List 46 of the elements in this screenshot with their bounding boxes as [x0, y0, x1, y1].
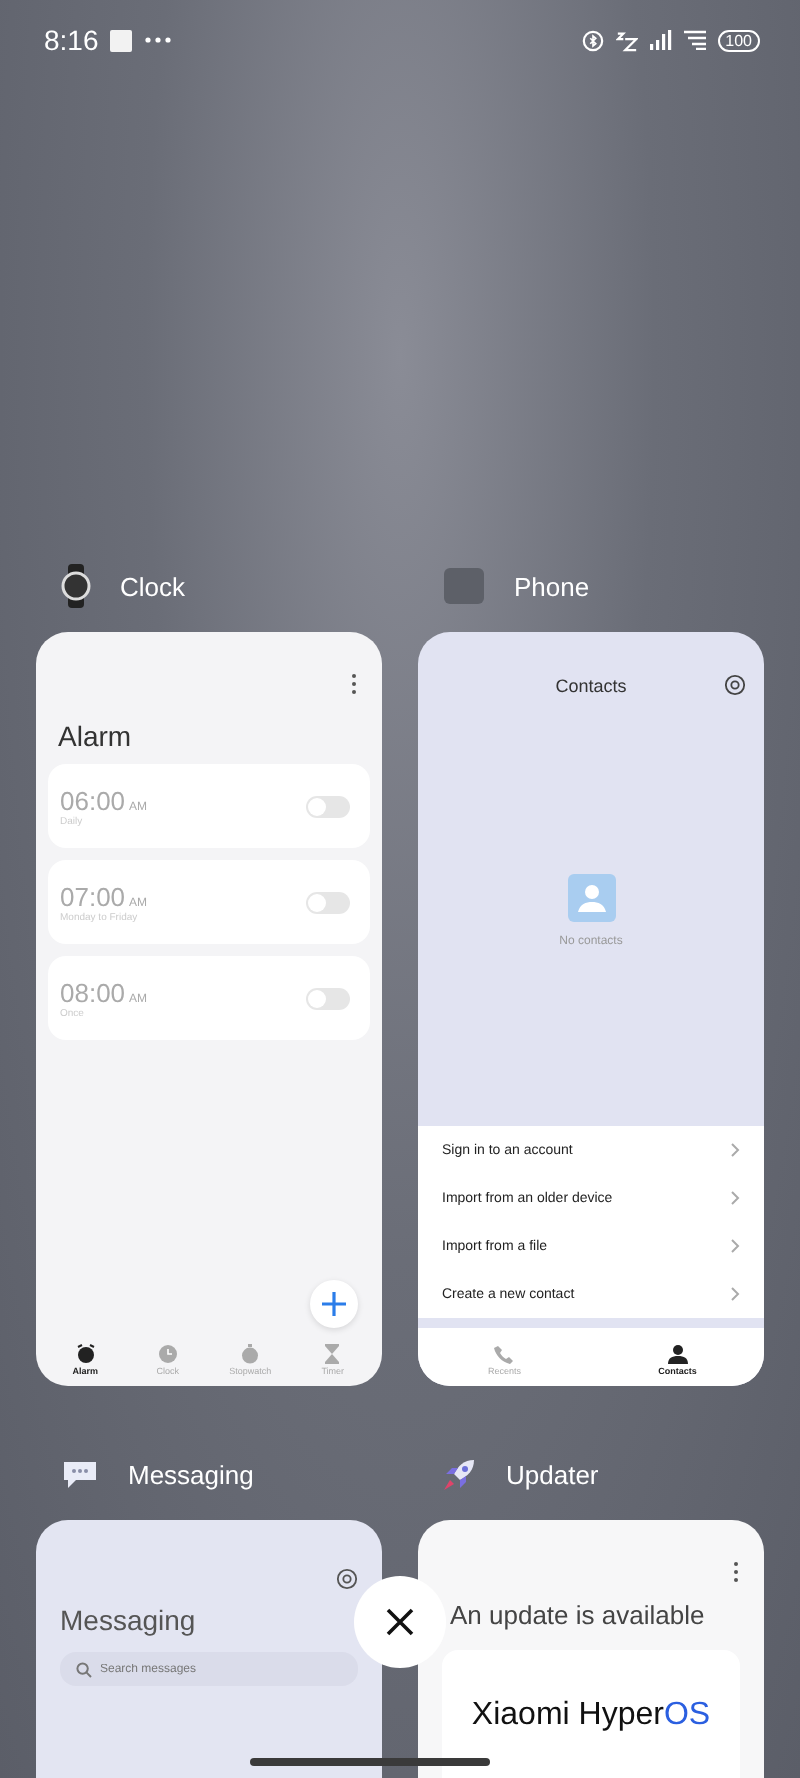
chevron-icon — [730, 1286, 740, 1302]
screen-title: Alarm — [56, 718, 134, 756]
alarm-toggle[interactable] — [306, 795, 350, 817]
app-card[interactable]: An update is available Xiaomi HyperOS — [418, 1520, 764, 1778]
wifi-icon — [683, 30, 706, 50]
phone-icon — [494, 1344, 515, 1364]
alarm-icon — [75, 1344, 96, 1364]
more-options-icon[interactable] — [732, 1560, 740, 1584]
clock-icon — [157, 1344, 178, 1364]
chat-bubble-icon — [60, 1458, 100, 1490]
alarm-time: 08:00 — [60, 977, 126, 1007]
screen-title: Contacts — [555, 676, 627, 696]
sleep-icon — [615, 29, 638, 51]
status-time: 8:16 — [44, 24, 99, 56]
more-notifications-icon — [144, 36, 173, 44]
notification-icon — [110, 29, 133, 51]
alarm-toggle[interactable] — [306, 891, 350, 913]
search-icon — [76, 1661, 92, 1677]
person-icon — [667, 1344, 688, 1364]
watch-icon — [60, 564, 92, 608]
alarm-time: 07:00 — [60, 881, 126, 911]
contact-placeholder-icon — [567, 874, 615, 922]
app-name: Clock — [120, 571, 186, 601]
screen-title: Messaging — [60, 1604, 198, 1636]
settings-icon[interactable] — [336, 1568, 358, 1590]
app-name: Phone — [514, 571, 590, 601]
rocket-icon — [442, 1456, 478, 1492]
bluetooth-icon — [581, 29, 604, 51]
timer-icon — [322, 1344, 343, 1364]
more-options-icon[interactable] — [350, 672, 358, 696]
app-name: Updater — [506, 1459, 599, 1489]
plus-icon — [322, 1292, 346, 1316]
chevron-icon — [730, 1238, 740, 1254]
stopwatch-icon — [240, 1344, 261, 1364]
app-name: Messaging — [128, 1459, 254, 1489]
alarm-time: 06:00 — [60, 785, 126, 815]
brand-logo-text: Xiaomi HyperOS — [471, 1698, 711, 1736]
update-headline: An update is available — [448, 1598, 707, 1630]
settings-icon[interactable] — [724, 674, 746, 696]
chevron-icon — [730, 1190, 740, 1206]
battery-indicator: 100 — [717, 29, 760, 51]
signal-icon — [649, 30, 672, 50]
close-icon — [386, 1608, 414, 1636]
alarm-toggle[interactable] — [306, 987, 350, 1009]
add-alarm-button[interactable] — [310, 1280, 358, 1328]
chevron-icon — [730, 1142, 740, 1158]
